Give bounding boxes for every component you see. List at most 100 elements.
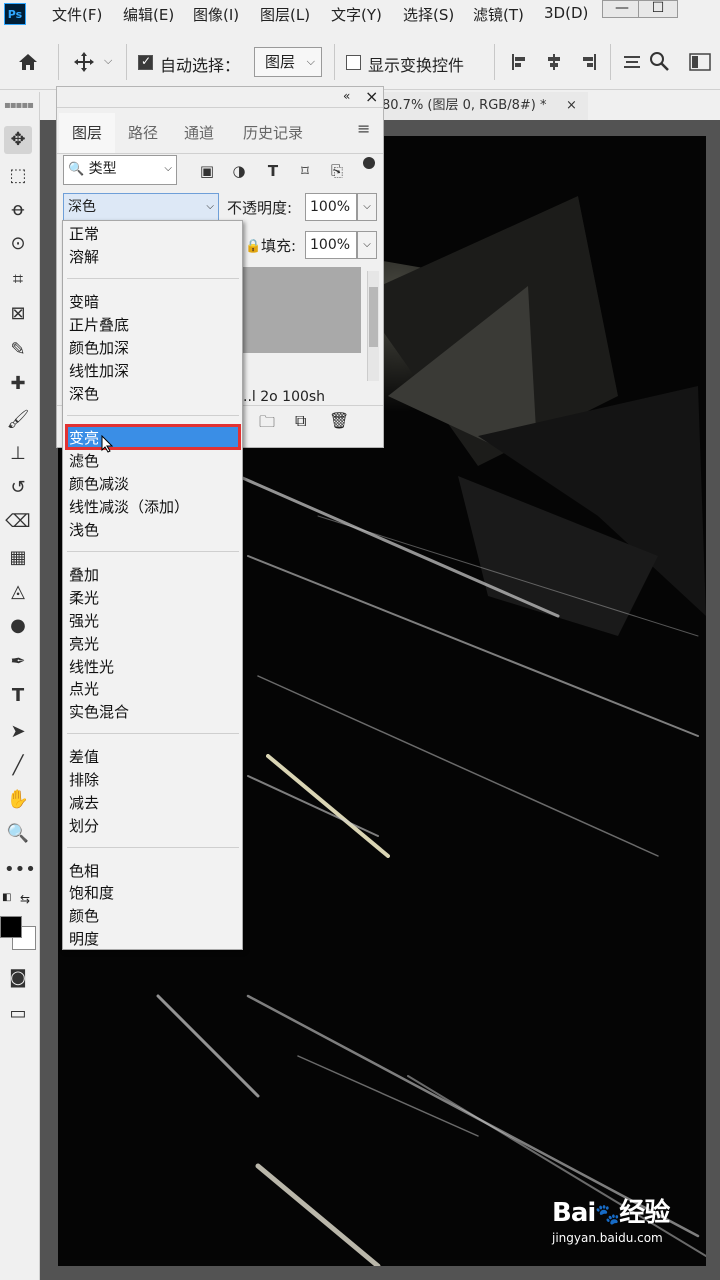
distribute-icon[interactable] xyxy=(622,52,642,72)
tab-history[interactable]: 历史记录 xyxy=(227,113,319,153)
stamp-tool-icon[interactable]: ⊥ xyxy=(4,440,32,468)
blend-option[interactable]: 线性光 xyxy=(69,656,239,678)
move-tool-icon[interactable] xyxy=(72,50,96,74)
fill-input[interactable]: 100% xyxy=(305,231,357,259)
line-tool-icon[interactable]: ╱ xyxy=(4,752,32,780)
history-brush-icon[interactable]: ↺ xyxy=(4,474,32,502)
new-layer-icon[interactable]: ⧉ xyxy=(295,411,306,431)
search-icon[interactable] xyxy=(648,50,670,72)
quick-select-tool-icon[interactable]: ⊙ xyxy=(4,230,32,258)
blend-option[interactable]: 变暗 xyxy=(69,291,239,313)
lasso-tool-icon[interactable]: ꝋ xyxy=(4,196,32,224)
move-tool-icon[interactable]: ✥ xyxy=(4,126,32,154)
scrollbar[interactable] xyxy=(367,271,379,381)
lock-all-icon[interactable]: 🔒 xyxy=(245,239,261,254)
blend-option[interactable]: 正片叠底 xyxy=(69,314,239,336)
zoom-tool-icon[interactable]: 🔍 xyxy=(4,820,32,848)
swap-colors-icon[interactable]: ⇆ xyxy=(20,892,30,906)
quick-mask-icon[interactable]: ◙ xyxy=(4,964,32,992)
type-tool-icon[interactable]: T xyxy=(4,682,32,710)
menu-select[interactable]: 选择(S) xyxy=(403,4,454,25)
brush-tool-icon[interactable]: 🖌 xyxy=(4,406,32,434)
chevron-down-icon[interactable]: ⌵ xyxy=(104,54,112,68)
blend-option[interactable]: 排除 xyxy=(69,769,239,791)
path-select-tool-icon[interactable]: ➤ xyxy=(4,718,32,746)
menu-image[interactable]: 图像(I) xyxy=(193,4,239,25)
blend-option[interactable]: 线性加深 xyxy=(69,360,239,382)
default-colors-icon[interactable]: ◧ xyxy=(2,892,11,903)
workspace-icon[interactable] xyxy=(688,52,712,72)
blend-option[interactable]: 划分 xyxy=(69,815,239,837)
tab-channels[interactable]: 通道 xyxy=(171,113,227,153)
collapse-icon[interactable]: « xyxy=(343,89,350,103)
blend-option[interactable]: 亮光 xyxy=(69,633,239,655)
blend-option[interactable]: 滤色 xyxy=(69,450,239,472)
close-icon[interactable]: × xyxy=(566,92,577,120)
auto-select-target-dropdown[interactable]: 图层 ⌵ xyxy=(254,47,322,77)
blend-option[interactable]: 浅色 xyxy=(69,519,239,541)
shape-filter-icon[interactable]: ⌑ xyxy=(295,161,315,181)
healing-brush-icon[interactable]: ✚ xyxy=(4,370,32,398)
maximize-button[interactable]: ☐ xyxy=(638,0,678,18)
align-left-icon[interactable] xyxy=(510,52,530,72)
pen-tool-icon[interactable]: ✒ xyxy=(4,648,32,676)
blend-option[interactable]: 颜色 xyxy=(69,905,239,927)
blend-option[interactable]: 明度 xyxy=(69,928,239,950)
blend-option[interactable]: 实色混合 xyxy=(69,701,239,723)
blend-mode-dropdown[interactable]: 深色 ⌵ xyxy=(63,193,219,221)
menu-3d[interactable]: 3D(D) xyxy=(544,4,588,22)
blur-tool-icon[interactable]: ◬ xyxy=(4,578,32,606)
filter-type-dropdown[interactable]: 🔍 类型 ⌵ xyxy=(63,155,177,185)
chevron-down-icon[interactable]: ⌵ xyxy=(357,231,377,259)
smart-object-filter-icon[interactable]: ⎘ xyxy=(327,161,347,181)
menu-edit[interactable]: 编辑(E) xyxy=(123,4,174,25)
eraser-tool-icon[interactable]: ⌫ xyxy=(4,508,32,536)
opacity-input[interactable]: 100% xyxy=(305,193,357,221)
image-filter-icon[interactable]: ▣ xyxy=(197,161,217,181)
blend-option[interactable]: 强光 xyxy=(69,610,239,632)
gradient-tool-icon[interactable]: ▦ xyxy=(4,544,32,572)
chevron-down-icon[interactable]: ⌵ xyxy=(357,193,377,221)
auto-select-checkbox[interactable] xyxy=(138,54,153,70)
eyedropper-tool-icon[interactable]: ✎ xyxy=(4,336,32,364)
blend-option-selected[interactable]: 变亮 xyxy=(69,427,239,449)
more-tools-icon[interactable]: ••• xyxy=(4,856,36,884)
adjustment-filter-icon[interactable]: ◑ xyxy=(229,161,249,181)
type-filter-icon[interactable]: T xyxy=(263,161,283,181)
tab-layers[interactable]: 图层 xyxy=(59,113,115,153)
show-transform-checkbox[interactable] xyxy=(346,55,361,70)
new-group-icon[interactable]: 🗀 xyxy=(259,411,275,438)
crop-tool-icon[interactable]: ⌗ xyxy=(4,266,32,294)
menu-layer[interactable]: 图层(L) xyxy=(260,4,310,25)
scrollbar-thumb[interactable] xyxy=(369,287,378,347)
menu-filter[interactable]: 滤镜(T) xyxy=(473,4,524,25)
align-right-icon[interactable] xyxy=(578,52,598,72)
blend-option[interactable]: 颜色减淡 xyxy=(69,473,239,495)
blend-option[interactable]: 线性减淡（添加） xyxy=(69,496,239,518)
blend-option[interactable]: 溶解 xyxy=(69,246,239,268)
panel-menu-icon[interactable]: ≡ xyxy=(357,119,370,138)
foreground-color-swatch[interactable] xyxy=(0,916,22,938)
close-icon[interactable]: × xyxy=(365,87,378,106)
blend-option[interactable]: 色相 xyxy=(69,860,239,882)
blend-option[interactable]: 柔光 xyxy=(69,587,239,609)
blend-option[interactable]: 颜色加深 xyxy=(69,337,239,359)
align-center-icon[interactable] xyxy=(544,52,564,72)
frame-tool-icon[interactable]: ⊠ xyxy=(4,300,32,328)
blend-option[interactable]: 正常 xyxy=(69,223,239,245)
hand-tool-icon[interactable]: ✋ xyxy=(4,786,32,814)
filter-toggle-icon[interactable] xyxy=(363,157,375,169)
tab-paths[interactable]: 路径 xyxy=(115,113,171,153)
screen-mode-icon[interactable]: ▭ xyxy=(4,1000,32,1028)
menu-file[interactable]: 文件(F) xyxy=(52,4,102,25)
menu-type[interactable]: 文字(Y) xyxy=(331,4,382,25)
blend-option[interactable]: 点光 xyxy=(69,678,239,700)
layer-thumbnail[interactable] xyxy=(241,267,361,353)
blend-option[interactable]: 深色 xyxy=(69,383,239,405)
document-tab[interactable]: 80.7% (图层 0, RGB/8#) * × xyxy=(378,92,588,120)
blend-option[interactable]: 叠加 xyxy=(69,564,239,586)
home-icon[interactable] xyxy=(16,50,40,74)
dodge-tool-icon[interactable]: ● xyxy=(4,612,32,640)
blend-option[interactable]: 饱和度 xyxy=(69,882,239,904)
marquee-tool-icon[interactable]: ⬚ xyxy=(4,162,32,190)
